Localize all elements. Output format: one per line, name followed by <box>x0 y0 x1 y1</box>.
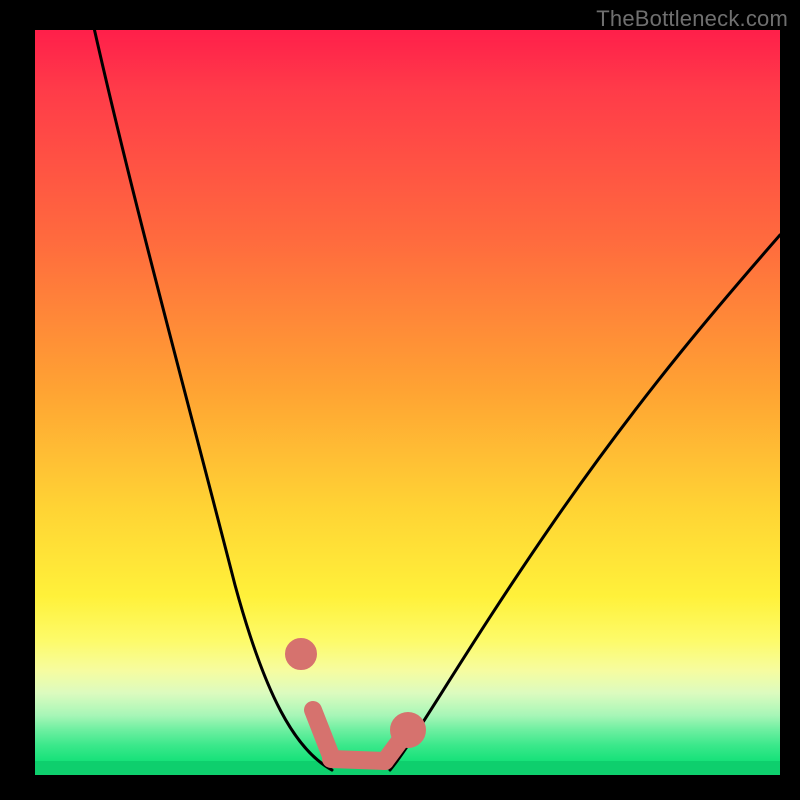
curve-layer <box>35 30 780 775</box>
chart-frame: TheBottleneck.com <box>0 0 800 800</box>
right-bottleneck-curve <box>390 235 780 770</box>
optimal-range-markers <box>294 647 417 761</box>
marker-segment-left <box>313 710 331 756</box>
watermark-text: TheBottleneck.com <box>596 6 788 32</box>
marker-dot <box>294 647 308 661</box>
marker-end-dot <box>399 721 417 739</box>
plot-area <box>35 30 780 775</box>
